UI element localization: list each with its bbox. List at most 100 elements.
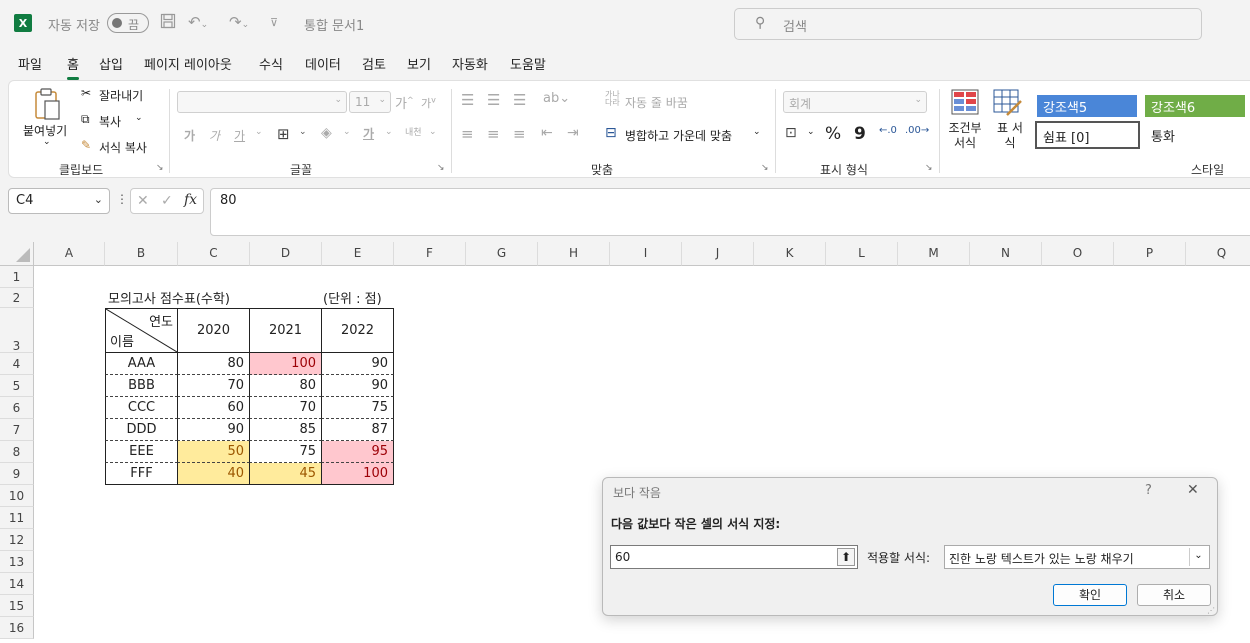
percent-button[interactable]: % (825, 124, 841, 144)
score-cell[interactable]: 100 (321, 463, 394, 485)
style-accent5[interactable]: 강조색5 (1037, 95, 1137, 117)
row-header[interactable]: 14 (0, 573, 34, 595)
paste-chevron-icon[interactable]: ⌄ (43, 137, 51, 147)
score-cell[interactable]: 87 (321, 419, 394, 441)
name-cell[interactable]: AAA (105, 353, 178, 375)
chevron-down-icon[interactable]: ⌄ (1189, 548, 1207, 566)
score-cell[interactable]: 60 (177, 397, 250, 419)
tab-file[interactable]: 파일 (18, 54, 42, 73)
row-header[interactable]: 12 (0, 529, 34, 551)
align-left-icon[interactable]: ≡ (461, 125, 474, 143)
font-color-chevron-icon[interactable]: ⌄ (385, 127, 393, 137)
select-all-corner[interactable] (0, 242, 34, 266)
score-cell[interactable]: 70 (249, 397, 322, 419)
cut-button[interactable]: 잘라내기 (99, 87, 143, 104)
tab-home[interactable]: 홈 (67, 54, 79, 80)
score-cell[interactable]: 85 (249, 419, 322, 441)
row-header[interactable]: 15 (0, 595, 34, 617)
fill-color-icon[interactable]: ◈ (321, 125, 332, 141)
font-shrink-button[interactable]: 가v (421, 95, 436, 111)
score-cell[interactable]: 100 (249, 353, 322, 375)
ok-button[interactable]: 확인 (1053, 584, 1127, 606)
increase-decimal-icon[interactable]: ←.0 (879, 125, 897, 136)
orientation-icon[interactable]: ab⌄ (543, 91, 570, 106)
row-header[interactable]: 11 (0, 507, 34, 529)
column-header[interactable]: L (826, 242, 898, 266)
wrap-text-icon[interactable]: 가나 다라 (605, 91, 620, 107)
diagonal-header-cell[interactable]: 연도 이름 (105, 308, 178, 353)
name-cell[interactable]: DDD (105, 419, 178, 441)
align-top-icon[interactable]: ☰ (461, 91, 474, 109)
tab-formulas[interactable]: 수식 (259, 54, 283, 73)
row-header[interactable]: 5 (0, 375, 34, 397)
conditional-format-icon[interactable] (951, 89, 979, 117)
row-header[interactable]: 13 (0, 551, 34, 573)
enter-icon[interactable]: ✓ (161, 193, 173, 209)
column-header[interactable]: K (754, 242, 826, 266)
align-middle-icon[interactable]: ☰ (487, 91, 500, 109)
fill-chevron-icon[interactable]: ⌄ (343, 127, 351, 137)
align-center-icon[interactable]: ≡ (487, 125, 500, 143)
format-painter-button[interactable]: 서식 복사 (99, 139, 147, 156)
name-cell[interactable]: EEE (105, 441, 178, 463)
column-header[interactable]: A (34, 242, 105, 266)
align-bottom-icon[interactable]: ☰ (513, 91, 526, 109)
phonetic-button[interactable]: 내천 (405, 125, 422, 138)
cut-icon[interactable]: ✂ (81, 86, 91, 100)
format-dropdown[interactable]: 진한 노랑 텍스트가 있는 노랑 채우기 ⌄ (944, 545, 1210, 569)
row-header[interactable]: 6 (0, 397, 34, 419)
column-header[interactable]: B (105, 242, 178, 266)
tab-help[interactable]: 도움말 (510, 54, 546, 73)
style-currency[interactable]: 통화 (1145, 124, 1245, 146)
increase-indent-icon[interactable]: ⇥ (567, 125, 579, 141)
cancel-button[interactable]: 취소 (1137, 584, 1211, 606)
paste-icon[interactable] (33, 87, 63, 123)
column-header[interactable]: D (250, 242, 322, 266)
bold-button[interactable]: 가 (184, 127, 195, 144)
accounting-icon[interactable]: ⊡ (785, 125, 797, 141)
score-cell[interactable]: 40 (177, 463, 250, 485)
column-header[interactable]: Q (1186, 242, 1250, 266)
close-icon[interactable]: ✕ (1187, 482, 1199, 498)
help-button[interactable]: ? (1145, 483, 1152, 498)
score-cell[interactable]: 70 (177, 375, 250, 397)
name-cell[interactable]: FFF (105, 463, 178, 485)
score-cell[interactable]: 80 (177, 353, 250, 375)
row-header[interactable]: 9 (0, 463, 34, 485)
score-cell[interactable]: 75 (249, 441, 322, 463)
comma-button[interactable]: 9 (854, 124, 866, 144)
number-format-dropdown[interactable]: 회계 ⌄ (783, 91, 927, 113)
tab-data[interactable]: 데이터 (305, 54, 341, 73)
row-header[interactable]: 16 (0, 617, 34, 639)
score-cell[interactable]: 95 (321, 441, 394, 463)
copy-button[interactable]: 복사 (99, 113, 121, 130)
score-cell[interactable]: 90 (321, 353, 394, 375)
row-header[interactable]: 8 (0, 441, 34, 463)
font-color-button[interactable]: 가 (363, 125, 374, 142)
tab-page-layout[interactable]: 페이지 레이아웃 (144, 54, 232, 73)
alignment-launcher-icon[interactable]: ↘ (761, 163, 769, 173)
format-painter-icon[interactable]: ✎ (81, 138, 91, 152)
column-header[interactable]: E (322, 242, 394, 266)
column-header[interactable]: I (610, 242, 682, 266)
copy-icon[interactable]: ⧉ (81, 112, 90, 127)
value-input[interactable]: 60 ⬆ (610, 545, 858, 569)
name-cell[interactable]: BBB (105, 375, 178, 397)
italic-button[interactable]: 가 (209, 127, 220, 144)
copy-chevron-icon[interactable]: ⌄ (135, 113, 143, 123)
tab-review[interactable]: 검토 (362, 54, 386, 73)
border-chevron-icon[interactable]: ⌄ (299, 127, 307, 137)
clipboard-launcher-icon[interactable]: ↘ (156, 163, 164, 173)
number-launcher-icon[interactable]: ↘ (925, 163, 933, 173)
underline-chevron-icon[interactable]: ⌄ (255, 127, 263, 137)
more-icon[interactable]: ⋮ (116, 192, 128, 206)
column-header[interactable]: F (394, 242, 466, 266)
autosave-toggle[interactable]: 끔 (107, 13, 149, 33)
column-header[interactable]: J (682, 242, 754, 266)
undo-icon[interactable]: ↶⌄ (188, 13, 208, 31)
merge-icon[interactable]: ⊟ (605, 125, 617, 141)
save-icon[interactable] (160, 13, 176, 33)
font-name-dropdown[interactable]: ⌄ (177, 91, 347, 113)
row-header[interactable]: 7 (0, 419, 34, 441)
row-header[interactable]: 4 (0, 353, 34, 375)
